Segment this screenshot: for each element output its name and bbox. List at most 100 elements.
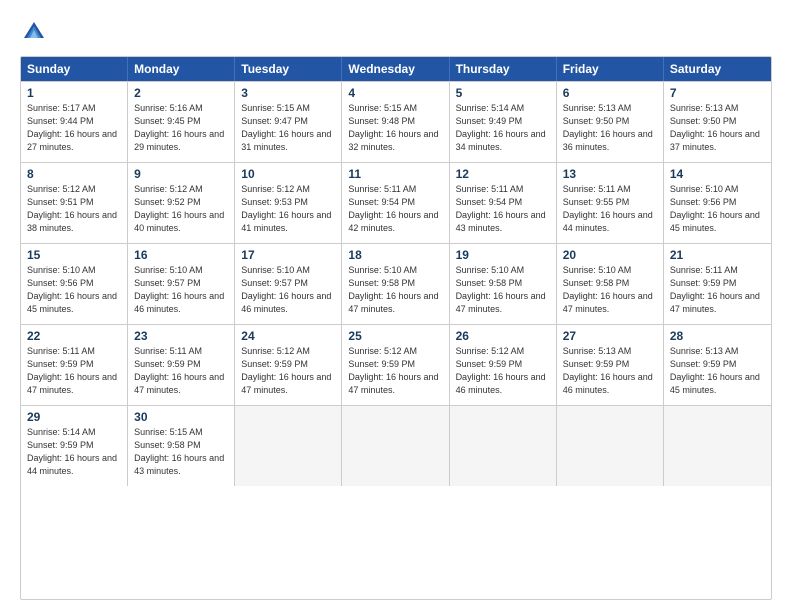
day-info: Sunrise: 5:12 AMSunset: 9:52 PMDaylight:…: [134, 183, 228, 235]
calendar-cell: [557, 406, 664, 486]
day-number: 9: [134, 167, 228, 181]
calendar-cell: 7 Sunrise: 5:13 AMSunset: 9:50 PMDayligh…: [664, 82, 771, 162]
page: SundayMondayTuesdayWednesdayThursdayFrid…: [0, 0, 792, 612]
calendar-cell: [342, 406, 449, 486]
day-number: 15: [27, 248, 121, 262]
day-number: 25: [348, 329, 442, 343]
weekday-header: Thursday: [450, 57, 557, 81]
day-number: 24: [241, 329, 335, 343]
day-info: Sunrise: 5:13 AMSunset: 9:59 PMDaylight:…: [670, 345, 765, 397]
calendar-cell: 1 Sunrise: 5:17 AMSunset: 9:44 PMDayligh…: [21, 82, 128, 162]
day-info: Sunrise: 5:10 AMSunset: 9:58 PMDaylight:…: [348, 264, 442, 316]
day-info: Sunrise: 5:10 AMSunset: 9:57 PMDaylight:…: [241, 264, 335, 316]
calendar-cell: 8 Sunrise: 5:12 AMSunset: 9:51 PMDayligh…: [21, 163, 128, 243]
day-info: Sunrise: 5:10 AMSunset: 9:58 PMDaylight:…: [563, 264, 657, 316]
calendar-cell: 11 Sunrise: 5:11 AMSunset: 9:54 PMDaylig…: [342, 163, 449, 243]
calendar-cell: 10 Sunrise: 5:12 AMSunset: 9:53 PMDaylig…: [235, 163, 342, 243]
calendar-cell: [664, 406, 771, 486]
day-info: Sunrise: 5:11 AMSunset: 9:59 PMDaylight:…: [670, 264, 765, 316]
calendar-cell: 23 Sunrise: 5:11 AMSunset: 9:59 PMDaylig…: [128, 325, 235, 405]
day-number: 1: [27, 86, 121, 100]
day-info: Sunrise: 5:11 AMSunset: 9:59 PMDaylight:…: [27, 345, 121, 397]
day-info: Sunrise: 5:10 AMSunset: 9:58 PMDaylight:…: [456, 264, 550, 316]
day-number: 23: [134, 329, 228, 343]
day-info: Sunrise: 5:13 AMSunset: 9:50 PMDaylight:…: [670, 102, 765, 154]
calendar-cell: 5 Sunrise: 5:14 AMSunset: 9:49 PMDayligh…: [450, 82, 557, 162]
day-number: 20: [563, 248, 657, 262]
weekday-header: Sunday: [21, 57, 128, 81]
day-info: Sunrise: 5:16 AMSunset: 9:45 PMDaylight:…: [134, 102, 228, 154]
calendar-header: SundayMondayTuesdayWednesdayThursdayFrid…: [21, 57, 771, 81]
weekday-header: Monday: [128, 57, 235, 81]
day-info: Sunrise: 5:12 AMSunset: 9:59 PMDaylight:…: [456, 345, 550, 397]
calendar-cell: 20 Sunrise: 5:10 AMSunset: 9:58 PMDaylig…: [557, 244, 664, 324]
calendar-cell: 12 Sunrise: 5:11 AMSunset: 9:54 PMDaylig…: [450, 163, 557, 243]
calendar-cell: 9 Sunrise: 5:12 AMSunset: 9:52 PMDayligh…: [128, 163, 235, 243]
day-number: 8: [27, 167, 121, 181]
day-number: 27: [563, 329, 657, 343]
day-info: Sunrise: 5:10 AMSunset: 9:57 PMDaylight:…: [134, 264, 228, 316]
calendar-cell: 29 Sunrise: 5:14 AMSunset: 9:59 PMDaylig…: [21, 406, 128, 486]
day-number: 16: [134, 248, 228, 262]
calendar-cell: 6 Sunrise: 5:13 AMSunset: 9:50 PMDayligh…: [557, 82, 664, 162]
calendar: SundayMondayTuesdayWednesdayThursdayFrid…: [20, 56, 772, 600]
calendar-cell: 4 Sunrise: 5:15 AMSunset: 9:48 PMDayligh…: [342, 82, 449, 162]
day-info: Sunrise: 5:15 AMSunset: 9:47 PMDaylight:…: [241, 102, 335, 154]
day-number: 29: [27, 410, 121, 424]
day-number: 4: [348, 86, 442, 100]
day-number: 14: [670, 167, 765, 181]
calendar-cell: 28 Sunrise: 5:13 AMSunset: 9:59 PMDaylig…: [664, 325, 771, 405]
day-info: Sunrise: 5:11 AMSunset: 9:59 PMDaylight:…: [134, 345, 228, 397]
day-number: 19: [456, 248, 550, 262]
day-info: Sunrise: 5:11 AMSunset: 9:54 PMDaylight:…: [348, 183, 442, 235]
day-number: 28: [670, 329, 765, 343]
header: [20, 18, 772, 46]
logo-icon: [20, 18, 48, 46]
day-info: Sunrise: 5:12 AMSunset: 9:51 PMDaylight:…: [27, 183, 121, 235]
day-number: 5: [456, 86, 550, 100]
calendar-cell: 22 Sunrise: 5:11 AMSunset: 9:59 PMDaylig…: [21, 325, 128, 405]
day-number: 22: [27, 329, 121, 343]
day-info: Sunrise: 5:11 AMSunset: 9:55 PMDaylight:…: [563, 183, 657, 235]
calendar-row: 8 Sunrise: 5:12 AMSunset: 9:51 PMDayligh…: [21, 162, 771, 243]
day-info: Sunrise: 5:12 AMSunset: 9:53 PMDaylight:…: [241, 183, 335, 235]
calendar-cell: 2 Sunrise: 5:16 AMSunset: 9:45 PMDayligh…: [128, 82, 235, 162]
day-info: Sunrise: 5:12 AMSunset: 9:59 PMDaylight:…: [241, 345, 335, 397]
calendar-cell: 26 Sunrise: 5:12 AMSunset: 9:59 PMDaylig…: [450, 325, 557, 405]
day-info: Sunrise: 5:17 AMSunset: 9:44 PMDaylight:…: [27, 102, 121, 154]
calendar-cell: 17 Sunrise: 5:10 AMSunset: 9:57 PMDaylig…: [235, 244, 342, 324]
calendar-cell: 30 Sunrise: 5:15 AMSunset: 9:58 PMDaylig…: [128, 406, 235, 486]
logo: [20, 18, 52, 46]
day-number: 7: [670, 86, 765, 100]
calendar-cell: 15 Sunrise: 5:10 AMSunset: 9:56 PMDaylig…: [21, 244, 128, 324]
calendar-cell: [235, 406, 342, 486]
weekday-header: Tuesday: [235, 57, 342, 81]
day-info: Sunrise: 5:11 AMSunset: 9:54 PMDaylight:…: [456, 183, 550, 235]
day-number: 2: [134, 86, 228, 100]
day-info: Sunrise: 5:15 AMSunset: 9:58 PMDaylight:…: [134, 426, 228, 478]
calendar-cell: 25 Sunrise: 5:12 AMSunset: 9:59 PMDaylig…: [342, 325, 449, 405]
day-info: Sunrise: 5:12 AMSunset: 9:59 PMDaylight:…: [348, 345, 442, 397]
calendar-row: 22 Sunrise: 5:11 AMSunset: 9:59 PMDaylig…: [21, 324, 771, 405]
day-number: 11: [348, 167, 442, 181]
day-info: Sunrise: 5:14 AMSunset: 9:59 PMDaylight:…: [27, 426, 121, 478]
calendar-cell: 24 Sunrise: 5:12 AMSunset: 9:59 PMDaylig…: [235, 325, 342, 405]
weekday-header: Friday: [557, 57, 664, 81]
calendar-body: 1 Sunrise: 5:17 AMSunset: 9:44 PMDayligh…: [21, 81, 771, 486]
day-number: 10: [241, 167, 335, 181]
day-info: Sunrise: 5:14 AMSunset: 9:49 PMDaylight:…: [456, 102, 550, 154]
calendar-cell: 3 Sunrise: 5:15 AMSunset: 9:47 PMDayligh…: [235, 82, 342, 162]
calendar-cell: 27 Sunrise: 5:13 AMSunset: 9:59 PMDaylig…: [557, 325, 664, 405]
day-number: 21: [670, 248, 765, 262]
calendar-cell: 13 Sunrise: 5:11 AMSunset: 9:55 PMDaylig…: [557, 163, 664, 243]
day-number: 12: [456, 167, 550, 181]
calendar-row: 15 Sunrise: 5:10 AMSunset: 9:56 PMDaylig…: [21, 243, 771, 324]
day-info: Sunrise: 5:13 AMSunset: 9:50 PMDaylight:…: [563, 102, 657, 154]
calendar-cell: [450, 406, 557, 486]
day-number: 18: [348, 248, 442, 262]
calendar-cell: 18 Sunrise: 5:10 AMSunset: 9:58 PMDaylig…: [342, 244, 449, 324]
day-number: 13: [563, 167, 657, 181]
day-number: 6: [563, 86, 657, 100]
day-number: 17: [241, 248, 335, 262]
calendar-row: 1 Sunrise: 5:17 AMSunset: 9:44 PMDayligh…: [21, 81, 771, 162]
